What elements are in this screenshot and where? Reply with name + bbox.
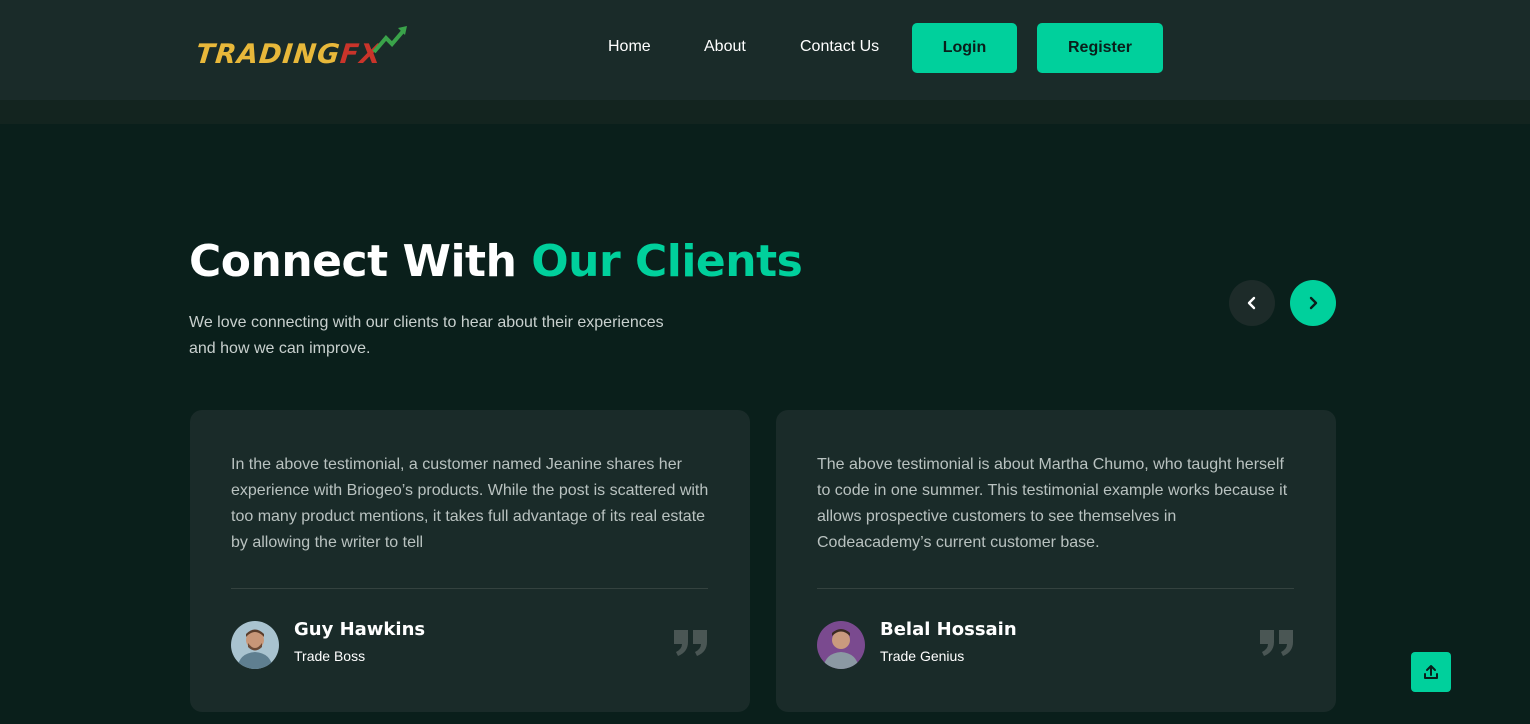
section-title: Connect With Our Clients: [189, 236, 803, 287]
nav-home[interactable]: Home: [608, 38, 651, 56]
section-description: We love connecting with our clients to h…: [189, 314, 664, 357]
brand-logo[interactable]: TRADINGFX: [194, 24, 416, 72]
testimonial-card: In the above testimonial, a customer nam…: [190, 410, 750, 712]
card-divider: [817, 588, 1294, 589]
nav-about[interactable]: About: [704, 38, 746, 56]
carousel-next-button[interactable]: [1290, 280, 1336, 326]
upload-icon: [1424, 665, 1438, 679]
quote-icon: [674, 630, 707, 656]
logo-text: TRADINGFX: [194, 39, 384, 70]
testimonial-text: The above testimonial is about Martha Ch…: [817, 456, 1288, 551]
carousel-prev-button[interactable]: [1229, 280, 1275, 326]
register-button[interactable]: Register: [1037, 23, 1163, 73]
scroll-to-top-button[interactable]: [1411, 652, 1451, 692]
author-name: Guy Hawkins: [294, 619, 426, 640]
testimonial-card: The above testimonial is about Martha Ch…: [776, 410, 1336, 712]
avatar: [231, 621, 279, 669]
card-divider: [231, 588, 708, 589]
author-role: Trade Genius: [880, 648, 965, 664]
chevron-left-icon: [1247, 296, 1256, 310]
chevron-right-icon: [1309, 296, 1318, 310]
header-shadow: [0, 100, 1530, 124]
login-button[interactable]: Login: [912, 23, 1017, 73]
avatar: [817, 621, 865, 669]
quote-icon: [1260, 630, 1293, 656]
author-role: Trade Boss: [294, 648, 366, 664]
author-name: Belal Hossain: [880, 619, 1017, 640]
logo-arrow-icon: [372, 26, 407, 54]
testimonial-text: In the above testimonial, a customer nam…: [231, 456, 709, 551]
nav-contact-us[interactable]: Contact Us: [800, 38, 879, 56]
